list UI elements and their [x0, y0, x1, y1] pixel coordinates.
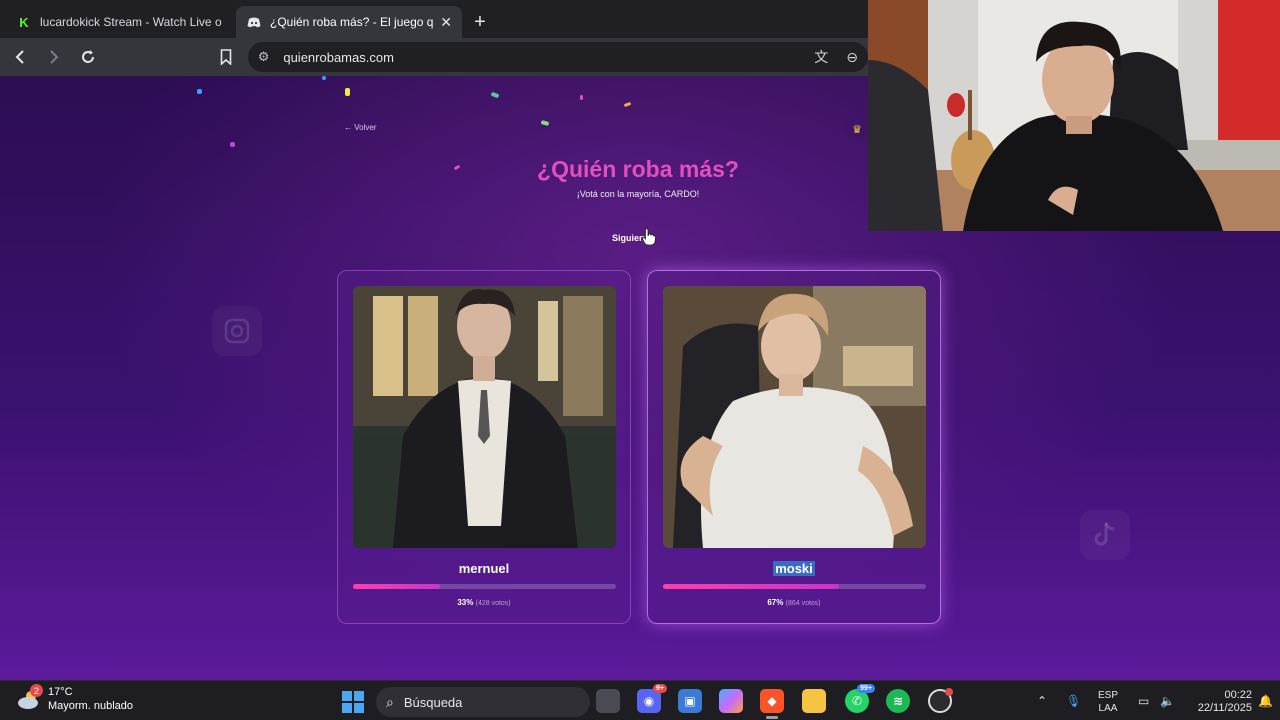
cloud-sun-icon: 2 — [16, 684, 43, 712]
site-settings-icon[interactable]: ⚙ — [258, 49, 270, 65]
confetti-piece — [345, 88, 350, 96]
brave-browser-icon[interactable]: ◆ — [760, 689, 784, 719]
candidate-name: mernuel — [458, 561, 510, 576]
whatsapp-badge: 99+ — [857, 684, 875, 693]
confetti-piece — [230, 142, 235, 147]
language-bottom: LAA — [1098, 703, 1118, 714]
vote-progress-fill — [353, 584, 440, 589]
weather-widget[interactable]: 2 17°C Mayorm. nublado — [16, 684, 133, 713]
volume-icon[interactable]: 🔈 — [1160, 681, 1175, 720]
bookmark-icon[interactable] — [212, 43, 240, 71]
webcam-overlay — [868, 0, 1280, 231]
game-app-icon[interactable]: ▣ — [678, 689, 702, 713]
weather-badge: 2 — [30, 684, 43, 697]
network-icon[interactable]: ▭ — [1138, 681, 1149, 720]
vote-count: (864 votos) — [785, 600, 821, 607]
candidate-name: moski — [648, 561, 940, 576]
tab-title: lucardokick Stream - Watch Live on K — [40, 15, 222, 29]
reload-icon[interactable] — [74, 43, 102, 71]
weather-temp: 17°C — [48, 686, 73, 698]
notification-icon[interactable]: 🔔 — [1258, 681, 1273, 720]
search-icon: ⌕ — [386, 693, 394, 710]
confetti-piece — [322, 76, 326, 80]
new-tab-button[interactable]: + — [466, 6, 494, 38]
vote-percent: 67% — [767, 598, 784, 607]
whatsapp-icon[interactable]: ✆ 99+ — [845, 684, 875, 713]
search-placeholder: Búsqueda — [403, 694, 463, 710]
candidate-card-mernuel[interactable]: mernuel 33% (428 votos) — [337, 270, 631, 624]
trophy-icon[interactable]: ♛ — [846, 118, 868, 140]
candidate-card-moski[interactable]: moski 67% (864 votos) — [647, 270, 941, 624]
discord-app-icon[interactable]: ◉ 9+ — [637, 684, 667, 713]
clock-time: 00:22 — [1224, 689, 1252, 701]
vote-stats: 33% (428 votos) — [338, 598, 630, 607]
weather-description: Mayorm. nublado — [48, 700, 133, 712]
file-explorer-icon[interactable] — [802, 689, 826, 713]
clock-date: 22/11/2025 — [1197, 702, 1252, 714]
language-top: ESP — [1098, 690, 1119, 701]
taskbar-search[interactable]: ⌕ Búsqueda — [376, 687, 590, 717]
browser-nav-bar: ⚙ quienrobamas.com 文 ⊖ — [0, 38, 868, 76]
vote-progress-fill — [663, 584, 840, 589]
forward-arrow-icon[interactable] — [40, 43, 68, 71]
tray-chevron-icon[interactable]: ⌃ — [1037, 681, 1047, 720]
windows-start-icon[interactable] — [342, 691, 364, 713]
confetti-piece — [580, 95, 583, 100]
page-title: ¿Quién roba más? — [537, 156, 739, 182]
candidate-name-text: moski — [773, 561, 815, 576]
candidate-photo — [663, 286, 926, 548]
microphone-icon[interactable]: 🎙 — [1066, 681, 1081, 720]
translate-icon[interactable]: 文 — [814, 47, 828, 67]
windows-taskbar: 2 17°C Mayorm. nublado ⌕ Búsqueda ◉ 9+ ▣ … — [0, 680, 1280, 720]
hand-cursor-icon — [642, 228, 656, 251]
language-indicator[interactable]: ESP LAA — [1098, 689, 1118, 715]
back-link[interactable]: ← Volver — [344, 123, 376, 132]
tab-quien-roba-mas[interactable]: ¿Quién roba más? - El juego que ✕ — [236, 6, 462, 38]
kick-icon: K — [16, 14, 32, 30]
vote-progress-bar — [353, 584, 616, 589]
obs-icon[interactable] — [928, 688, 953, 713]
vote-progress-bar — [663, 584, 926, 589]
task-view-icon[interactable] — [596, 689, 620, 713]
tab-kick-stream[interactable]: K lucardokick Stream - Watch Live on K — [6, 6, 232, 38]
confetti-piece — [197, 89, 202, 94]
close-tab-icon[interactable]: ✕ — [440, 14, 452, 31]
discord-badge: 9+ — [653, 684, 667, 693]
url-text: quienrobamas.com — [283, 49, 394, 65]
copilot-icon[interactable] — [719, 689, 743, 713]
confetti-piece — [540, 120, 550, 126]
vote-stats: 67% (864 votos) — [648, 598, 940, 607]
tab-title: ¿Quién roba más? - El juego que — [270, 15, 435, 29]
system-clock[interactable]: 00:22 22/11/2025 — [1186, 689, 1252, 715]
back-arrow-icon[interactable] — [6, 43, 34, 71]
tiktok-icon — [1080, 510, 1130, 560]
page-subtitle: ¡Votá con la mayoría, CARDO! — [576, 189, 700, 199]
candidate-photo — [353, 286, 616, 548]
obs-badge — [945, 688, 953, 696]
confetti-piece — [490, 91, 500, 99]
zoom-icon[interactable]: ⊖ — [846, 49, 858, 66]
confetti-piece — [623, 101, 632, 108]
instagram-icon — [212, 306, 262, 356]
browser-tab-bar: K lucardokick Stream - Watch Live on K ¿… — [0, 0, 868, 38]
back-link-label: Volver — [354, 123, 377, 132]
address-bar[interactable]: ⚙ quienrobamas.com 文 ⊖ — [247, 42, 868, 72]
vote-count: (428 votos) — [475, 600, 511, 607]
spotify-icon[interactable]: ≋ — [886, 689, 910, 713]
vote-percent: 33% — [457, 598, 474, 607]
discord-icon — [246, 14, 262, 30]
